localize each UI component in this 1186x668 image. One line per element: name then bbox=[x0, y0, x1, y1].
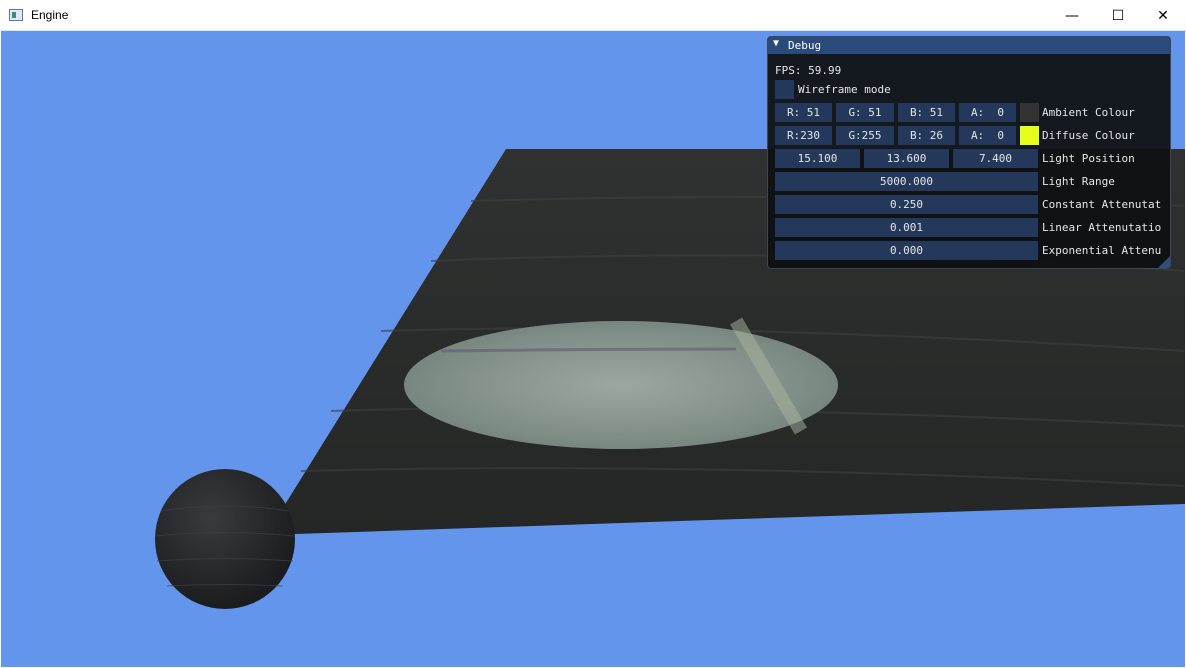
render-viewport[interactable]: ▼ Debug FPS: 59.99 Wireframe mode R: 51 … bbox=[1, 31, 1185, 667]
ambient-a-field[interactable]: A: 0 bbox=[959, 103, 1016, 122]
app-icon bbox=[9, 9, 23, 21]
ambient-colour-swatch[interactable] bbox=[1020, 103, 1039, 122]
diffuse-r-field[interactable]: R:230 bbox=[775, 126, 832, 145]
light-position-x-field[interactable]: 15.100 bbox=[775, 149, 860, 168]
ambient-r-field[interactable]: R: 51 bbox=[775, 103, 832, 122]
debug-titlebar[interactable]: ▼ Debug bbox=[768, 37, 1170, 54]
ambient-b-field[interactable]: B: 51 bbox=[898, 103, 955, 122]
fps-readout: FPS: 59.99 bbox=[775, 64, 841, 77]
light-range-label: Light Range bbox=[1042, 175, 1115, 188]
diffuse-a-field[interactable]: A: 0 bbox=[959, 126, 1016, 145]
wireframe-label: Wireframe mode bbox=[798, 83, 891, 96]
light-position-z-field[interactable]: 7.400 bbox=[953, 149, 1038, 168]
fps-value: 59.99 bbox=[808, 64, 842, 77]
ambient-colour-label: Ambient Colour bbox=[1042, 106, 1135, 119]
window-title: Engine bbox=[31, 8, 69, 22]
light-position-y-field[interactable]: 13.600 bbox=[864, 149, 949, 168]
ambient-g-field[interactable]: G: 51 bbox=[836, 103, 894, 122]
exponential-attenuation-field[interactable]: 0.000 bbox=[775, 241, 1038, 260]
resize-grip[interactable] bbox=[1158, 256, 1170, 268]
light-range-field[interactable]: 5000.000 bbox=[775, 172, 1038, 191]
maximize-button[interactable]: ☐ bbox=[1095, 0, 1141, 31]
diffuse-g-field[interactable]: G:255 bbox=[836, 126, 894, 145]
linear-attenuation-label: Linear Attenutatio bbox=[1042, 221, 1162, 234]
window-titlebar[interactable]: Engine — ☐ ✕ bbox=[0, 0, 1186, 31]
diffuse-b-field[interactable]: B: 26 bbox=[898, 126, 955, 145]
linear-attenuation-field[interactable]: 0.001 bbox=[775, 218, 1038, 237]
exponential-attenuation-label: Exponential Attenu bbox=[1042, 244, 1162, 257]
debug-title: Debug bbox=[788, 39, 822, 52]
diffuse-colour-swatch[interactable] bbox=[1020, 126, 1039, 145]
debug-window[interactable]: ▼ Debug FPS: 59.99 Wireframe mode R: 51 … bbox=[767, 36, 1171, 269]
diffuse-colour-label: Diffuse Colour bbox=[1042, 129, 1135, 142]
close-button[interactable]: ✕ bbox=[1140, 0, 1186, 31]
fps-label: FPS: bbox=[775, 64, 802, 77]
minimize-button[interactable]: — bbox=[1049, 0, 1095, 31]
collapse-arrow-icon[interactable]: ▼ bbox=[773, 38, 779, 49]
brick-sphere bbox=[155, 469, 295, 609]
constant-attenuation-label: Constant Attenutat bbox=[1042, 198, 1162, 211]
light-position-label: Light Position bbox=[1042, 152, 1135, 165]
constant-attenuation-field[interactable]: 0.250 bbox=[775, 195, 1038, 214]
wireframe-checkbox[interactable] bbox=[775, 80, 794, 99]
